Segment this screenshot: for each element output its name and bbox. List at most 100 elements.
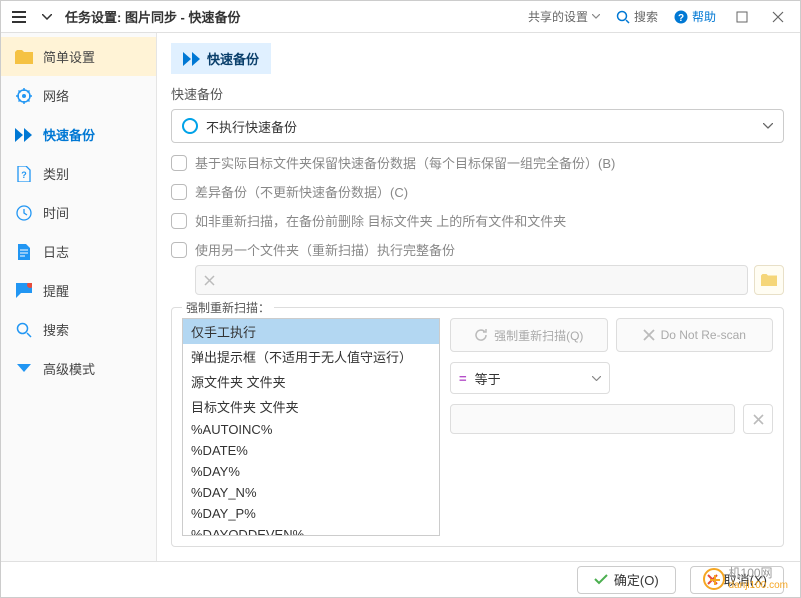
browse-folder-button[interactable] (754, 265, 784, 295)
sidebar-item-label: 快速备份 (43, 125, 95, 144)
menu-icon[interactable] (5, 3, 33, 31)
shared-settings-link[interactable]: 共享的设置 (528, 8, 600, 25)
sidebar-item-network[interactable]: 网络 (1, 76, 156, 115)
sidebar-item-label: 提醒 (43, 281, 69, 300)
do-not-rescan-button[interactable]: Do Not Re-scan (616, 318, 774, 352)
list-item[interactable]: 弹出提示框（不适用于无人值守运行） (183, 344, 439, 369)
help-icon: ? (674, 10, 688, 24)
checkbox-row-diff-backup[interactable]: 差异备份（不更新快速备份数据）(C) (171, 182, 784, 201)
sidebar-item-search[interactable]: 搜索 (1, 310, 156, 349)
circle-icon (182, 118, 198, 134)
equals-icon: = (459, 371, 467, 386)
file-icon: ? (15, 165, 33, 183)
button-label: 强制重新扫描(Q) (494, 327, 583, 344)
main-panel: 快速备份 快速备份 不执行快速备份 基于实际目标文件夹保留快速备份数据（每个目标… (157, 33, 800, 563)
checkbox-icon (171, 213, 187, 229)
refresh-icon (474, 328, 488, 342)
list-item[interactable]: 目标文件夹 文件夹 (183, 394, 439, 419)
dropdown-value: 不执行快速备份 (206, 117, 297, 136)
sidebar-item-label: 日志 (43, 242, 69, 261)
list-item[interactable]: %AUTOINC% (183, 419, 439, 440)
shared-settings-label: 共享的设置 (528, 8, 588, 25)
checkbox-icon (171, 242, 187, 258)
rescan-listbox[interactable]: 仅手工执行 弹出提示框（不适用于无人值守运行） 源文件夹 文件夹 目标文件夹 文… (182, 318, 440, 536)
close-icon (204, 275, 215, 286)
minimize-button[interactable] (724, 3, 760, 31)
svg-text:?: ? (21, 170, 27, 180)
document-icon (15, 243, 33, 261)
sidebar-item-label: 网络 (43, 86, 69, 105)
checkbox-row-alt-folder[interactable]: 使用另一个文件夹（重新扫描）执行完整备份 (171, 240, 784, 259)
sidebar-item-simple[interactable]: 简单设置 (1, 37, 156, 76)
help-label: 帮助 (692, 8, 716, 25)
search-link[interactable]: 搜索 (616, 8, 658, 25)
sidebar-item-fastbackup[interactable]: 快速备份 (1, 115, 156, 154)
force-rescan-fieldset: 强制重新扫描： 仅手工执行 弹出提示框（不适用于无人值守运行） 源文件夹 文件夹… (171, 307, 784, 547)
checkbox-row-delete-before[interactable]: 如非重新扫描，在备份前删除 目标文件夹 上的所有文件和文件夹 (171, 211, 784, 230)
checkbox-row-actual-target[interactable]: 基于实际目标文件夹保留快速备份数据（每个目标保留一组完全备份）(B) (171, 153, 784, 172)
chevron-down-icon[interactable] (33, 3, 61, 31)
sidebar-item-label: 简单设置 (43, 47, 95, 66)
titlebar: 任务设置: 图片同步 - 快速备份 共享的设置 搜索 ? 帮助 (1, 1, 800, 33)
content: 简单设置 网络 快速备份 ? 类别 时间 日志 提醒 搜索 (1, 33, 800, 563)
sidebar-item-log[interactable]: 日志 (1, 232, 156, 271)
list-item[interactable]: 仅手工执行 (183, 319, 439, 344)
force-rescan-button[interactable]: 强制重新扫描(Q) (450, 318, 608, 352)
chevron-down-icon (592, 14, 600, 19)
list-item[interactable]: %DAY_N% (183, 482, 439, 503)
page-header-label: 快速备份 (207, 49, 259, 68)
window-title: 任务设置: 图片同步 - 快速备份 (65, 7, 241, 26)
close-icon (707, 574, 718, 585)
checkbox-icon (171, 184, 187, 200)
chat-icon (15, 282, 33, 300)
close-icon (643, 329, 655, 341)
sidebar-item-category[interactable]: ? 类别 (1, 154, 156, 193)
list-item[interactable]: %DAYODDEVEN% (183, 524, 439, 536)
sidebar-item-advanced[interactable]: 高级模式 (1, 349, 156, 388)
section-label: 快速备份 (171, 84, 784, 103)
search-label: 搜索 (634, 8, 658, 25)
page-header: 快速备份 (171, 43, 271, 74)
checkbox-label: 使用另一个文件夹（重新扫描）执行完整备份 (195, 240, 455, 259)
list-item[interactable]: %DAY% (183, 461, 439, 482)
search-icon (616, 10, 630, 24)
gear-icon (15, 87, 33, 105)
checkbox-label: 如非重新扫描，在备份前删除 目标文件夹 上的所有文件和文件夹 (195, 211, 566, 230)
footer: 确定(O) 取消(X) (1, 561, 800, 597)
sidebar: 简单设置 网络 快速备份 ? 类别 时间 日志 提醒 搜索 (1, 33, 157, 563)
chevron-down-icon (592, 376, 601, 381)
alt-folder-input[interactable] (195, 265, 748, 295)
sidebar-item-reminder[interactable]: 提醒 (1, 271, 156, 310)
fieldset-label: 强制重新扫描： (182, 299, 274, 316)
list-item[interactable]: 源文件夹 文件夹 (183, 369, 439, 394)
sidebar-item-label: 时间 (43, 203, 69, 222)
checkbox-label: 差异备份（不更新快速备份数据）(C) (195, 182, 408, 201)
fastforward-icon (183, 52, 201, 66)
fastforward-icon (15, 126, 33, 144)
checkbox-label: 基于实际目标文件夹保留快速备份数据（每个目标保留一组完全备份）(B) (195, 153, 615, 172)
sidebar-item-time[interactable]: 时间 (1, 193, 156, 232)
ok-button[interactable]: 确定(O) (577, 566, 676, 594)
sidebar-item-label: 类别 (43, 164, 69, 183)
folder-icon (761, 274, 777, 286)
button-label: 确定(O) (614, 570, 659, 589)
mode-dropdown[interactable]: 不执行快速备份 (171, 109, 784, 143)
sidebar-item-label: 搜索 (43, 320, 69, 339)
search-icon (15, 321, 33, 339)
help-link[interactable]: ? 帮助 (674, 8, 716, 25)
value-input[interactable] (450, 404, 735, 434)
operator-label: 等于 (475, 369, 501, 388)
chevron-down-icon (15, 360, 33, 378)
operator-select[interactable]: = 等于 (450, 362, 610, 394)
cancel-button[interactable]: 取消(X) (690, 566, 784, 594)
list-item[interactable]: %DATE% (183, 440, 439, 461)
close-icon (753, 414, 764, 425)
svg-text:?: ? (678, 13, 684, 24)
chevron-down-icon (763, 123, 773, 129)
check-icon (594, 574, 608, 585)
clear-button[interactable] (743, 404, 773, 434)
close-button[interactable] (760, 3, 796, 31)
button-label: 取消(X) (724, 570, 767, 589)
list-item[interactable]: %DAY_P% (183, 503, 439, 524)
button-label: Do Not Re-scan (661, 328, 746, 342)
